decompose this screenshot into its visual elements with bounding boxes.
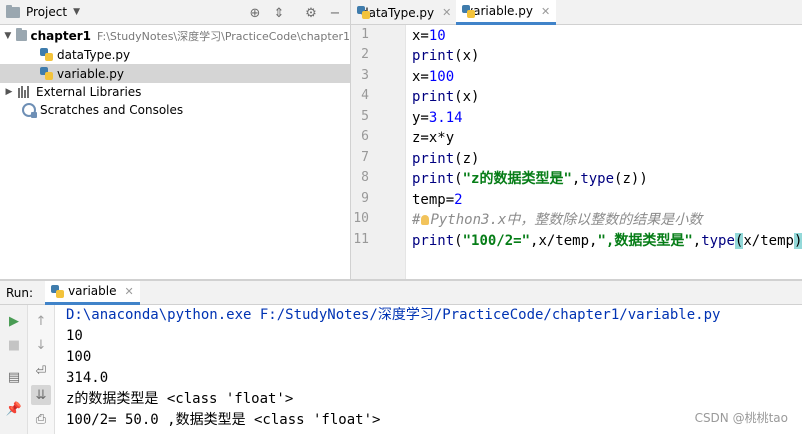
chevron-down-icon[interactable]: ▼ bbox=[4, 31, 12, 41]
watermark: CSDN @桃桃tao bbox=[694, 411, 788, 425]
line-number: 8 bbox=[361, 170, 369, 185]
close-icon[interactable]: ✕ bbox=[442, 6, 451, 19]
code-line-1: x=10 bbox=[412, 28, 446, 44]
run-tab-label: variable bbox=[68, 284, 117, 298]
scratches-icon bbox=[22, 102, 37, 118]
rerun-icon[interactable]: ▶ bbox=[4, 311, 24, 331]
close-icon[interactable]: ✕ bbox=[541, 5, 550, 18]
project-title: Project bbox=[26, 5, 68, 19]
tree-item-label: External Libraries bbox=[36, 84, 142, 99]
line-number: 7 bbox=[361, 150, 369, 165]
run-toolbar: ▶ ■ ▤ 📌 bbox=[0, 305, 28, 434]
run-tab-variable[interactable]: variable ✕ bbox=[45, 280, 140, 305]
code-line-3: x=100 bbox=[412, 69, 455, 85]
code-editor[interactable]: x=10 print(x) x=100 print(x) y=3.14 z=x*… bbox=[406, 25, 802, 279]
tab-variable-py[interactable]: variable.py ✕ bbox=[456, 0, 556, 25]
console-line: 314.0 bbox=[66, 370, 109, 386]
tab-datatype-py[interactable]: dataType.py ✕ bbox=[351, 0, 455, 25]
console-line: z的数据类型是 <class 'float'> bbox=[66, 391, 294, 407]
code-line-4: print(x) bbox=[412, 89, 480, 105]
console-line: D:\anaconda\python.exe F:/StudyNotes/深度学… bbox=[66, 307, 721, 323]
code-line-5: y=3.14 bbox=[412, 110, 463, 126]
line-number: 2 bbox=[361, 47, 369, 62]
line-number: 9 bbox=[361, 191, 369, 206]
code-line-11: print("100/2=",x/temp,",数据类型是",type(x/te… bbox=[412, 233, 802, 249]
folder-icon bbox=[6, 4, 20, 18]
console-line: 10 bbox=[66, 328, 83, 344]
collapse-all-icon[interactable]: ⇕ bbox=[270, 4, 288, 22]
tree-item-label: dataType.py bbox=[57, 47, 131, 62]
line-number-gutter[interactable]: 1 2 3 4 5 6 7 8 9 10 11 bbox=[351, 25, 406, 279]
code-line-7: print(z) bbox=[412, 151, 480, 167]
folder-icon bbox=[15, 28, 27, 41]
tab-label: dataType.py bbox=[361, 5, 435, 20]
library-icon bbox=[18, 85, 32, 98]
line-number: 11 bbox=[353, 232, 369, 247]
code-line-9: temp=2 bbox=[412, 192, 463, 208]
tree-item-path: F:\StudyNotes\深度学习\PracticeCode\chapter1 bbox=[97, 29, 350, 43]
print-icon[interactable]: ⎙ bbox=[31, 409, 51, 429]
soft-wrap-icon[interactable]: ⏎ bbox=[31, 361, 51, 381]
tree-item-datatype-py[interactable]: dataType.py bbox=[0, 45, 350, 64]
project-tool-window: Project ▼ ⊕ ⇕ ⚙ − ▼ chapter1 F:\StudyNot… bbox=[0, 0, 350, 279]
tree-item-label: Scratches and Consoles bbox=[40, 102, 184, 117]
gear-icon[interactable]: ⚙ bbox=[302, 4, 320, 22]
arrow-up-icon[interactable]: ↑ bbox=[31, 311, 51, 331]
python-file-icon bbox=[40, 67, 53, 80]
line-number: 10 bbox=[353, 211, 369, 226]
python-file-icon bbox=[51, 284, 65, 298]
tree-item-label: chapter1 bbox=[30, 28, 92, 43]
run-header: Run: variable ✕ bbox=[0, 280, 802, 305]
lightbulb-icon[interactable] bbox=[421, 215, 430, 225]
code-line-2: print(x) bbox=[412, 48, 480, 64]
python-file-icon bbox=[40, 48, 53, 61]
pin-icon[interactable]: 📌 bbox=[4, 399, 24, 419]
tree-item-external-libraries[interactable]: ▶ External Libraries bbox=[0, 82, 350, 101]
console-line: 100/2= 50.0 ,数据类型是 <class 'float'> bbox=[66, 412, 381, 428]
run-toolbar-secondary: ↑ ↓ ⏎ ⇊ ⎙ bbox=[28, 305, 55, 434]
hide-panel-icon[interactable]: − bbox=[326, 4, 344, 22]
chevron-down-icon: ▼ bbox=[73, 7, 80, 17]
line-number: 3 bbox=[361, 68, 369, 83]
line-number: 5 bbox=[361, 109, 369, 124]
chevron-right-icon[interactable]: ▶ bbox=[4, 87, 14, 97]
arrow-down-icon[interactable]: ↓ bbox=[31, 335, 51, 355]
console-output[interactable]: D:\anaconda\python.exe F:/StudyNotes/深度学… bbox=[56, 305, 802, 434]
line-number: 1 bbox=[361, 27, 369, 42]
code-line-8: print("z的数据类型是",type(z)) bbox=[412, 171, 648, 187]
tree-item-chapter1[interactable]: ▼ chapter1 F:\StudyNotes\深度学习\PracticeCo… bbox=[0, 26, 350, 45]
line-number: 4 bbox=[361, 88, 369, 103]
layout-icon[interactable]: ▤ bbox=[4, 367, 24, 387]
scroll-to-end-icon[interactable]: ⇊ bbox=[31, 385, 51, 405]
code-line-6: z=x*y bbox=[412, 130, 455, 146]
editor-tab-bar: dataType.py ✕ variable.py ✕ bbox=[351, 0, 802, 25]
project-view-selector[interactable]: Project ▼ bbox=[6, 0, 80, 25]
run-label: Run: bbox=[6, 285, 34, 300]
tree-item-scratches[interactable]: Scratches and Consoles bbox=[0, 100, 350, 119]
stop-icon[interactable]: ■ bbox=[4, 335, 24, 355]
locate-file-icon[interactable]: ⊕ bbox=[246, 4, 264, 22]
close-icon[interactable]: ✕ bbox=[124, 285, 133, 298]
console-line: 100 bbox=[66, 349, 92, 365]
tab-label: variable.py bbox=[466, 4, 533, 18]
tree-item-variable-py[interactable]: variable.py bbox=[0, 64, 350, 83]
project-header: Project ▼ ⊕ ⇕ ⚙ − bbox=[0, 0, 350, 25]
tree-item-label: variable.py bbox=[57, 66, 124, 81]
line-number: 6 bbox=[361, 129, 369, 144]
code-line-10: # Python3.x中，整数除以整数的结果是小数 bbox=[412, 212, 703, 228]
